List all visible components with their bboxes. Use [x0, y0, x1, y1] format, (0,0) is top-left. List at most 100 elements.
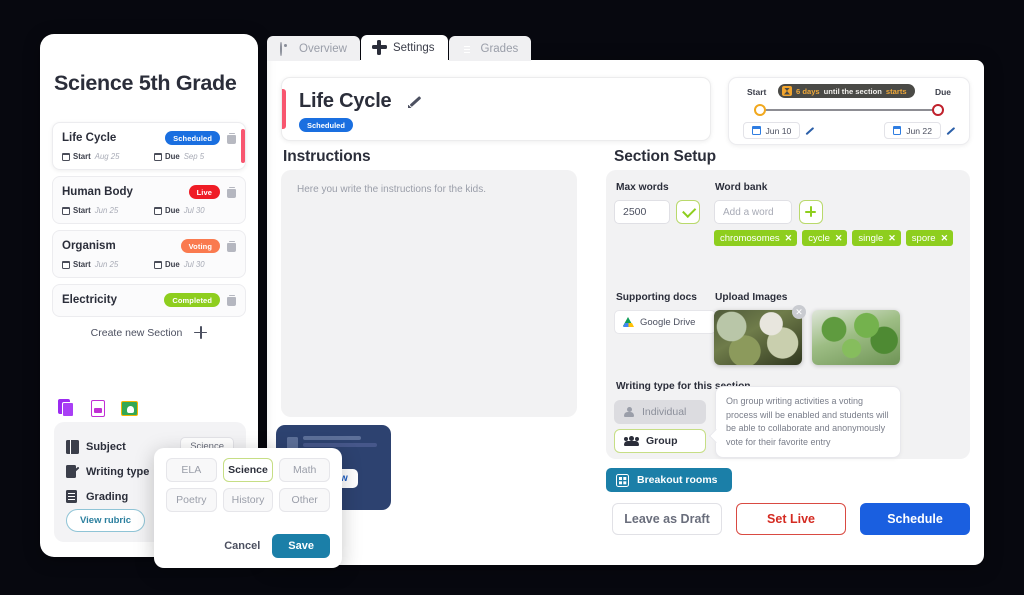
- calendar-icon: [62, 260, 70, 269]
- section-name: Electricity: [62, 294, 117, 306]
- section-title: Life Cycle: [299, 90, 392, 112]
- cancel-button[interactable]: Cancel: [224, 540, 260, 552]
- close-icon[interactable]: ✕: [785, 233, 793, 243]
- countdown-days: 6 days: [796, 86, 820, 96]
- subject-picker-popup: ELA Science Math Poetry History Other Ca…: [154, 448, 342, 568]
- subject-options-grid: ELA Science Math Poetry History Other: [166, 458, 330, 512]
- tab-overview[interactable]: Overview: [267, 36, 360, 61]
- start-date-field[interactable]: Jun 10: [743, 122, 814, 139]
- export-doc-icon[interactable]: [89, 399, 108, 418]
- word-chip[interactable]: chromosomes ✕: [714, 230, 798, 246]
- tab-settings[interactable]: Settings: [360, 35, 448, 61]
- save-button[interactable]: Save: [272, 534, 330, 558]
- hourglass-icon: [782, 86, 792, 96]
- due-date-field[interactable]: Jun 22: [883, 122, 955, 139]
- subject-option-other[interactable]: Other: [279, 488, 330, 512]
- google-classroom-icon[interactable]: [120, 399, 139, 418]
- grades-icon: [462, 43, 474, 55]
- section-card-organism[interactable]: Organism Voting Start Jun 25 Due Jul 30: [52, 230, 246, 278]
- max-words-input[interactable]: 2500: [614, 200, 670, 224]
- breakout-rooms-icon: [616, 473, 629, 487]
- set-live-button[interactable]: Set Live: [736, 503, 846, 535]
- section-card-header: Electricity Completed: [62, 293, 236, 307]
- google-drive-button[interactable]: Google Drive: [614, 310, 716, 334]
- section-card-human-body[interactable]: Human Body Live Start Jun 25 Due Jul 30: [52, 176, 246, 224]
- upload-images-label: Upload Images: [715, 292, 788, 303]
- countdown-suffix: starts: [885, 86, 907, 96]
- start-date: Start Aug 25: [62, 152, 154, 161]
- subject-option-poetry[interactable]: Poetry: [166, 488, 217, 512]
- subject-option-history[interactable]: History: [222, 488, 274, 512]
- word-chip[interactable]: spore ✕: [905, 230, 954, 246]
- due-date: Due Jul 30: [154, 260, 205, 269]
- close-icon[interactable]: ✕: [888, 233, 896, 243]
- person-icon: [623, 406, 635, 418]
- section-name: Life Cycle: [62, 132, 117, 144]
- section-card-dates: Start Jun 25 Due Jul 30: [62, 260, 236, 269]
- book-icon: [66, 439, 79, 454]
- calendar-icon: [154, 206, 162, 215]
- start-label: Start: [747, 87, 767, 97]
- subject-option-science[interactable]: Science: [222, 458, 274, 482]
- subject-option-ela[interactable]: ELA: [166, 458, 217, 482]
- start-slider-handle[interactable]: [754, 104, 766, 116]
- countdown-middle: until the section: [823, 86, 882, 96]
- close-icon[interactable]: ✕: [835, 233, 843, 243]
- section-card-life-cycle[interactable]: Life Cycle Scheduled Start Aug 25 Due Se…: [52, 122, 246, 170]
- section-title-card: Life Cycle Scheduled: [281, 77, 711, 141]
- preview-line: [303, 443, 377, 447]
- word-chip[interactable]: cycle ✕: [802, 230, 848, 246]
- edit-pencil-icon[interactable]: [945, 126, 955, 136]
- writing-icon: [66, 464, 79, 479]
- tab-grades[interactable]: Grades: [448, 36, 532, 61]
- duplicate-icon[interactable]: [58, 399, 77, 418]
- view-rubric-button[interactable]: View rubric: [66, 509, 146, 532]
- start-date: Start Jun 25: [62, 260, 154, 269]
- status-badge: Completed: [164, 293, 220, 307]
- create-new-section-button[interactable]: Create new Section: [52, 326, 246, 339]
- edit-pencil-icon[interactable]: [804, 126, 814, 136]
- delete-icon[interactable]: [227, 132, 236, 144]
- writing-type-individual-button[interactable]: Individual: [614, 400, 706, 424]
- delete-icon[interactable]: [227, 240, 236, 252]
- add-word-input[interactable]: Add a word: [714, 200, 792, 224]
- close-icon[interactable]: ✕: [941, 233, 949, 243]
- delete-icon[interactable]: [227, 186, 236, 198]
- tab-label: Settings: [392, 42, 435, 54]
- writing-type-group-button[interactable]: Group: [614, 429, 706, 453]
- due-date-value: Jun 22: [906, 125, 932, 136]
- breakout-rooms-button[interactable]: Breakout rooms: [606, 468, 732, 492]
- edit-pencil-icon[interactable]: [408, 95, 421, 108]
- calendar-icon: [62, 206, 70, 215]
- uploaded-image-thumbnail[interactable]: [812, 310, 900, 365]
- status-badge: Voting: [180, 239, 220, 253]
- gear-icon: [374, 42, 386, 54]
- subject-option-math[interactable]: Math: [279, 458, 330, 482]
- section-name: Organism: [62, 240, 116, 252]
- section-card-electricity[interactable]: Electricity Completed: [52, 284, 246, 317]
- leave-as-draft-button[interactable]: Leave as Draft: [612, 503, 722, 535]
- plus-icon: [194, 326, 208, 339]
- remove-image-icon[interactable]: ✕: [792, 305, 806, 319]
- word-chip-label: cycle: [808, 232, 830, 244]
- calendar-icon: [154, 152, 162, 161]
- instructions-heading: Instructions: [283, 148, 371, 165]
- schedule-button[interactable]: Schedule: [860, 503, 970, 535]
- due-slider-handle[interactable]: [932, 104, 944, 116]
- group-icon: [624, 435, 639, 447]
- word-chip[interactable]: single ✕: [852, 230, 901, 246]
- delete-icon[interactable]: [227, 294, 236, 306]
- google-drive-label: Google Drive: [640, 316, 696, 328]
- instructions-textarea[interactable]: Here you write the instructions for the …: [281, 170, 577, 417]
- section-name: Human Body: [62, 186, 133, 198]
- confirm-check-button[interactable]: [676, 200, 700, 224]
- add-word-button[interactable]: [799, 200, 823, 224]
- word-chip-label: single: [858, 232, 884, 244]
- calendar-icon: [892, 126, 902, 135]
- page-title: Science 5th Grade: [54, 71, 237, 95]
- uploaded-image-thumbnail[interactable]: [714, 310, 802, 365]
- section-setup-heading: Section Setup: [614, 148, 717, 165]
- date-range-slider[interactable]: [754, 104, 944, 116]
- word-bank-chips: chromosomes ✕ cycle ✕ single ✕ spore ✕: [714, 230, 962, 246]
- sidebar-tool-icons: [58, 399, 139, 418]
